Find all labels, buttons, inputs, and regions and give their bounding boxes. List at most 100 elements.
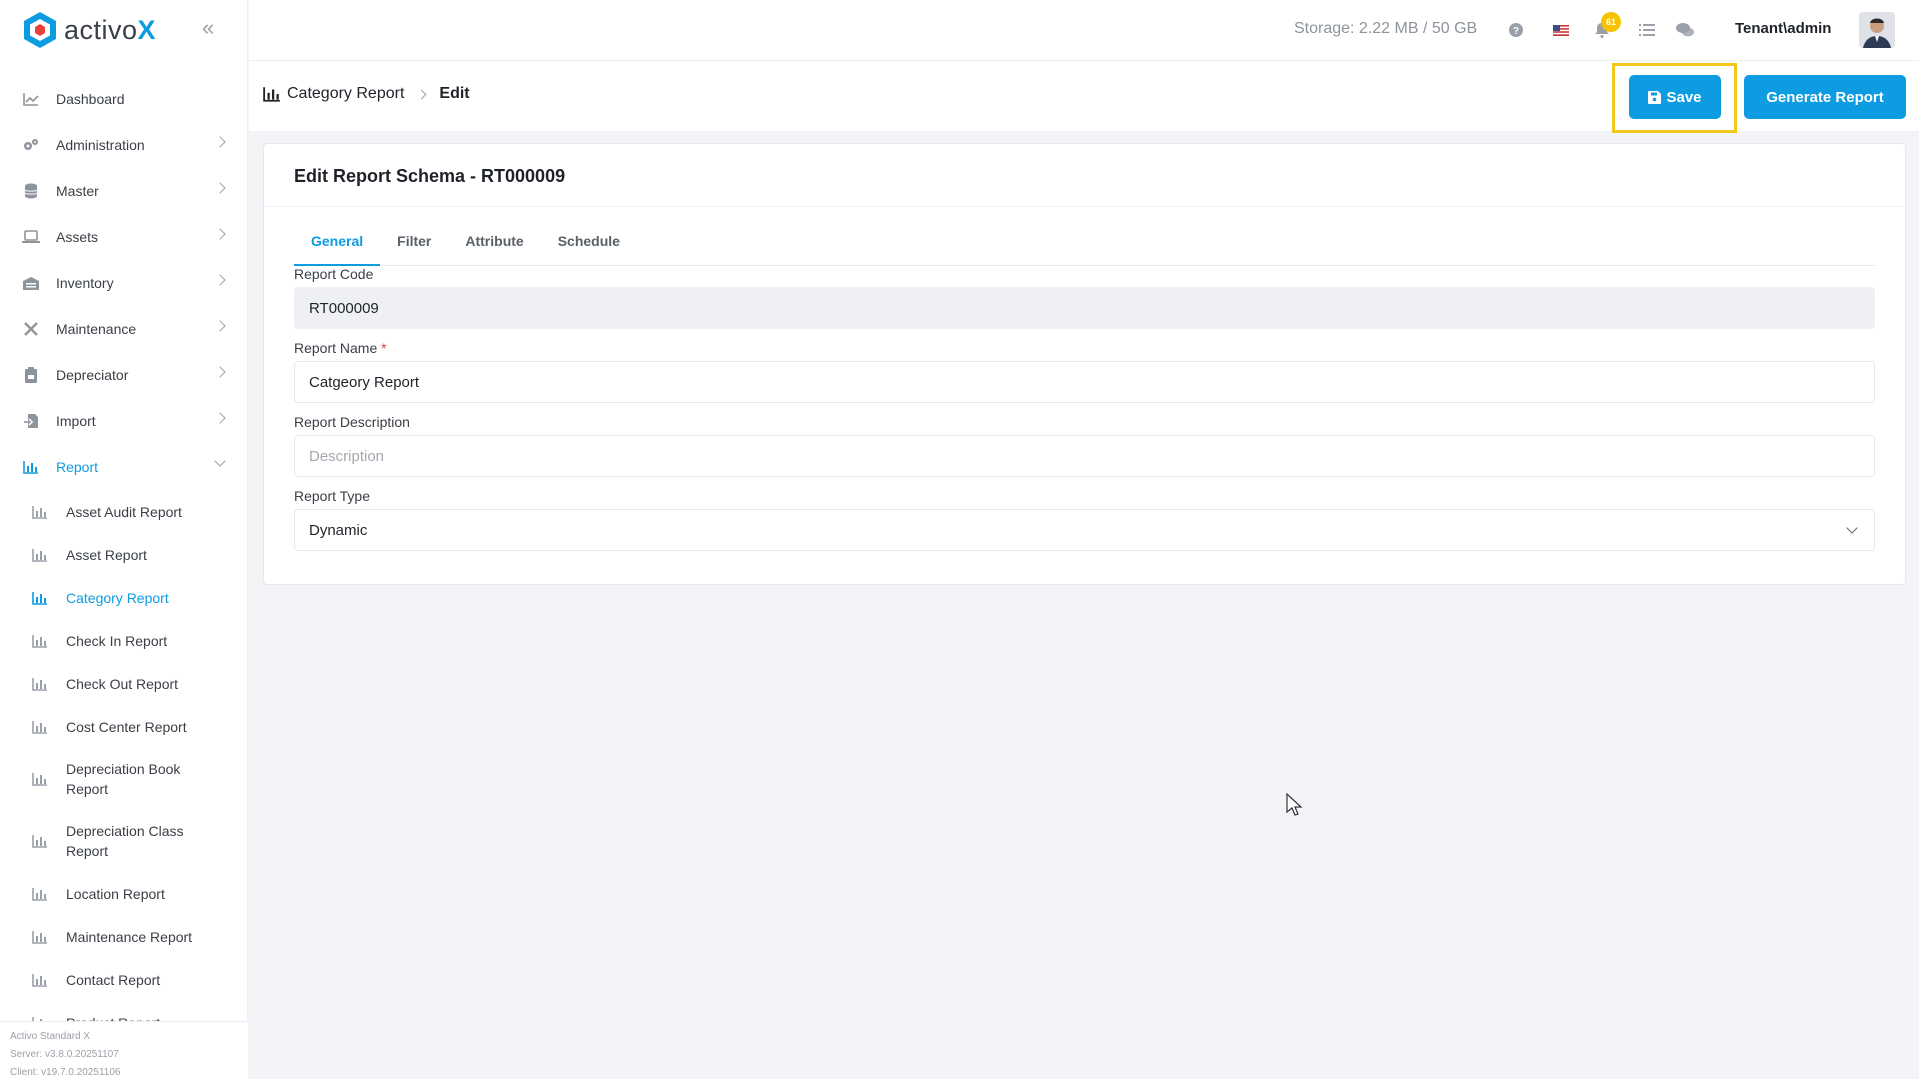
chart-line-icon — [22, 91, 40, 107]
sidebar-item-administration[interactable]: Administration — [0, 122, 248, 168]
breadcrumb: Category Report Edit — [263, 85, 470, 103]
bar-chart-icon — [32, 634, 47, 648]
server-version: Server: v3.8.0.20251107 — [10, 1049, 119, 1060]
report-name-field[interactable]: Catgeory Report — [294, 361, 1875, 403]
sidebar-item-report[interactable]: Report — [0, 444, 248, 490]
breadcrumb-parent-link[interactable]: Category Report — [287, 85, 404, 103]
sidebar-item-import[interactable]: Import — [0, 398, 248, 444]
card-divider — [264, 206, 1905, 207]
sidebar-subitem-maintenance-report[interactable]: Maintenance Report — [0, 915, 248, 958]
sidebar-subitem-asset-audit-report[interactable]: Asset Audit Report — [0, 490, 248, 533]
report-description-field[interactable]: Description — [294, 435, 1875, 477]
chat-icon[interactable] — [1675, 20, 1695, 40]
sidebar-subitem-label: Location Report — [66, 885, 165, 902]
sidebar-subitem-contact-report[interactable]: Contact Report — [0, 958, 248, 1001]
bar-chart-icon — [32, 677, 47, 691]
mouse-pointer-icon — [1286, 793, 1303, 816]
bar-chart-icon — [32, 548, 47, 562]
report-description-label: Report Description — [294, 414, 410, 430]
tab-attribute[interactable]: Attribute — [448, 226, 540, 266]
tools-icon — [22, 321, 40, 337]
breadcrumb-current: Edit — [439, 85, 470, 102]
chevron-right-icon — [214, 136, 226, 148]
sidebar-item-label: Assets — [56, 229, 99, 245]
activox-logo-icon — [24, 12, 56, 48]
sidebar-subitem-check-out-report[interactable]: Check Out Report — [0, 662, 248, 705]
tab-filter[interactable]: Filter — [380, 226, 448, 266]
task-list-icon[interactable] — [1637, 20, 1657, 40]
sidebar-subitem-depreciation-class-report[interactable]: Depreciation Class Report — [0, 810, 248, 872]
topbar: Storage: 2.22 MB / 50 GB ? 61 Tenant\adm… — [249, 0, 1919, 61]
sidebar-item-dashboard[interactable]: Dashboard — [0, 76, 248, 122]
sidebar-subitem-label: Depreciation Class Report — [66, 823, 184, 859]
chevron-right-icon — [214, 412, 226, 424]
sidebar-item-label: Inventory — [56, 275, 114, 291]
database-icon — [22, 183, 40, 199]
notification-badge: 61 — [1601, 12, 1621, 32]
tab-general[interactable]: General — [294, 226, 381, 266]
bar-chart-icon — [32, 835, 47, 848]
tab-bar: General Filter Attribute Schedule — [294, 226, 1875, 266]
sidebar-subitem-cost-center-report[interactable]: Cost Center Report — [0, 705, 248, 748]
cogs-icon — [22, 137, 40, 153]
sidebar-subitem-location-report[interactable]: Location Report — [0, 872, 248, 915]
bar-chart-icon — [22, 459, 40, 475]
sidebar-item-maintenance[interactable]: Maintenance — [0, 306, 248, 352]
chevron-right-icon — [214, 366, 226, 378]
warehouse-icon — [22, 275, 40, 291]
product-name: Activo Standard X — [10, 1031, 91, 1042]
sidebar-item-label: Dashboard — [56, 91, 125, 107]
version-footer: Activo Standard X Server: v3.8.0.2025110… — [0, 1021, 248, 1079]
chevron-right-icon — [214, 228, 226, 240]
brand-suffix: X — [137, 14, 157, 45]
generate-report-button[interactable]: Generate Report — [1744, 75, 1906, 119]
report-name-label: Report Name * — [294, 340, 387, 356]
sidebar-subitem-label: Asset Audit Report — [66, 503, 182, 520]
storage-usage: Storage: 2.22 MB / 50 GB — [1294, 20, 1478, 37]
sidebar-item-label: Administration — [56, 137, 145, 153]
avatar[interactable] — [1859, 12, 1895, 48]
bar-chart-icon — [32, 930, 47, 944]
bar-chart-icon — [32, 591, 47, 605]
brand-prefix: activo — [64, 14, 138, 45]
chevron-right-icon — [214, 182, 226, 194]
bar-chart-icon — [32, 720, 47, 734]
report-submenu: Asset Audit Report Asset Report Category… — [0, 490, 248, 1024]
report-name-value: Catgeory Report — [309, 373, 420, 391]
save-button-label: Save — [1666, 88, 1702, 106]
user-name[interactable]: Tenant\admin — [1735, 20, 1831, 37]
floppy-disk-icon — [1648, 90, 1662, 104]
brand-name: activoX — [64, 15, 156, 46]
logo[interactable]: activoX « — [0, 0, 247, 60]
sidebar-subitem-check-in-report[interactable]: Check In Report — [0, 619, 248, 662]
report-code-field: RT000009 — [294, 287, 1875, 329]
sidebar-item-depreciator[interactable]: Depreciator — [0, 352, 248, 398]
sidebar-subitem-depreciation-book-report[interactable]: Depreciation Book Report — [0, 748, 248, 810]
sidebar-item-inventory[interactable]: Inventory — [0, 260, 248, 306]
sidebar-item-assets[interactable]: Assets — [0, 214, 248, 260]
generate-report-label: Generate Report — [1766, 88, 1884, 106]
sidebar-subitem-label: Asset Report — [66, 546, 147, 563]
page-title: Edit Report Schema - RT000009 — [294, 166, 566, 186]
sidebar-item-master[interactable]: Master — [0, 168, 248, 214]
save-button[interactable]: Save — [1629, 75, 1721, 119]
report-code-label: Report Code — [294, 266, 374, 282]
help-icon[interactable]: ? — [1506, 20, 1526, 40]
sidebar-subitem-label: Depreciation Book Report — [66, 761, 181, 797]
sidebar-subitem-label: Check Out Report — [66, 675, 179, 692]
sidebar-subitem-label: Category Report — [66, 589, 169, 606]
sidebar-subitem-asset-report[interactable]: Asset Report — [0, 533, 248, 576]
bar-chart-icon — [263, 87, 280, 102]
page-header: Category Report Edit Save Generate Repor… — [249, 61, 1919, 133]
client-version: Client: v19.7.0.20251106 — [10, 1067, 121, 1078]
us-flag-icon[interactable] — [1551, 20, 1571, 40]
tab-schedule[interactable]: Schedule — [541, 226, 637, 266]
sidebar-subitem-category-report[interactable]: Category Report — [0, 576, 248, 619]
bar-chart-icon — [32, 505, 47, 519]
sidebar-subitem-label: Check In Report — [66, 632, 168, 649]
collapse-sidebar-icon[interactable]: « — [202, 17, 224, 40]
report-code-value: RT000009 — [309, 299, 379, 317]
report-type-label: Report Type — [294, 488, 371, 504]
report-type-select[interactable]: Dynamic — [294, 509, 1875, 551]
bar-chart-icon — [32, 773, 47, 786]
